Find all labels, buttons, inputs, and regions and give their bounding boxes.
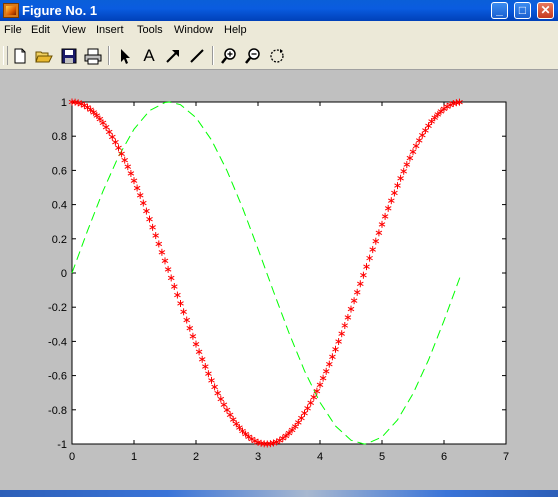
y-tick-label: 1 bbox=[61, 97, 67, 109]
y-tick-label: 0.4 bbox=[52, 200, 67, 212]
arrow-icon[interactable] bbox=[164, 47, 182, 65]
line-icon[interactable] bbox=[188, 47, 206, 65]
figure-window: Figure No. 1 _ □ ✕ File Edit View Insert… bbox=[0, 0, 558, 497]
menu-view[interactable]: View bbox=[62, 24, 86, 37]
y-tick-label: 0 bbox=[61, 268, 67, 280]
maximize-button[interactable]: □ bbox=[514, 2, 531, 19]
window-title: Figure No. 1 bbox=[22, 3, 98, 18]
menu-edit[interactable]: Edit bbox=[31, 24, 50, 37]
menu-window[interactable]: Window bbox=[174, 24, 213, 37]
toolbar-separator bbox=[108, 46, 110, 65]
y-tick-label: 0.6 bbox=[52, 165, 67, 177]
x-tick-label: 5 bbox=[379, 451, 385, 463]
y-tick-label: -1 bbox=[57, 439, 67, 451]
minimize-button[interactable]: _ bbox=[491, 2, 508, 19]
x-tick-label: 2 bbox=[193, 451, 199, 463]
menu-help[interactable]: Help bbox=[224, 24, 247, 37]
y-tick-label: 0.2 bbox=[52, 234, 67, 246]
x-tick-label: 7 bbox=[503, 451, 509, 463]
x-tick-label: 4 bbox=[317, 451, 323, 463]
y-tick-label: -0.4 bbox=[48, 336, 67, 348]
open-icon[interactable] bbox=[35, 47, 53, 65]
x-tick-label: 3 bbox=[255, 451, 261, 463]
taskbar-strip bbox=[0, 490, 558, 497]
select-arrow-icon[interactable] bbox=[116, 47, 134, 65]
toolbar-grip[interactable] bbox=[3, 46, 8, 65]
print-icon[interactable] bbox=[84, 47, 102, 65]
rotate-icon[interactable] bbox=[268, 47, 286, 65]
x-tick-label: 0 bbox=[69, 451, 75, 463]
zoom-in-icon[interactable] bbox=[220, 47, 238, 65]
zoom-out-icon[interactable] bbox=[244, 47, 262, 65]
y-tick-label: -0.6 bbox=[48, 371, 67, 383]
toolbar-separator bbox=[212, 46, 214, 65]
matlab-logo-icon bbox=[3, 3, 19, 18]
menu-bar: File Edit View Insert Tools Window Help bbox=[0, 21, 558, 40]
y-tick-label: -0.2 bbox=[48, 302, 67, 314]
y-tick-label: 0.8 bbox=[52, 131, 67, 143]
save-icon[interactable] bbox=[60, 47, 78, 65]
title-bar[interactable]: Figure No. 1 _ □ ✕ bbox=[0, 0, 558, 21]
menu-file[interactable]: File bbox=[4, 24, 22, 37]
x-tick-label: 6 bbox=[441, 451, 447, 463]
figure-canvas: 0 1 2 3 4 5 6 7 -1 -0.8 -0.6 -0.4 -0.2 0 0.2 0.4 0.6 0.8 1 bbox=[48, 97, 509, 463]
axes-area[interactable] bbox=[71, 101, 507, 445]
text-icon[interactable]: A bbox=[140, 47, 158, 65]
new-figure-icon[interactable] bbox=[11, 47, 29, 65]
menu-tools[interactable]: Tools bbox=[137, 24, 163, 37]
x-tick-label: 1 bbox=[131, 451, 137, 463]
y-tick-label: -0.8 bbox=[48, 405, 67, 417]
toolbar: A bbox=[0, 40, 558, 70]
menu-insert[interactable]: Insert bbox=[96, 24, 124, 37]
close-button[interactable]: ✕ bbox=[537, 2, 554, 19]
